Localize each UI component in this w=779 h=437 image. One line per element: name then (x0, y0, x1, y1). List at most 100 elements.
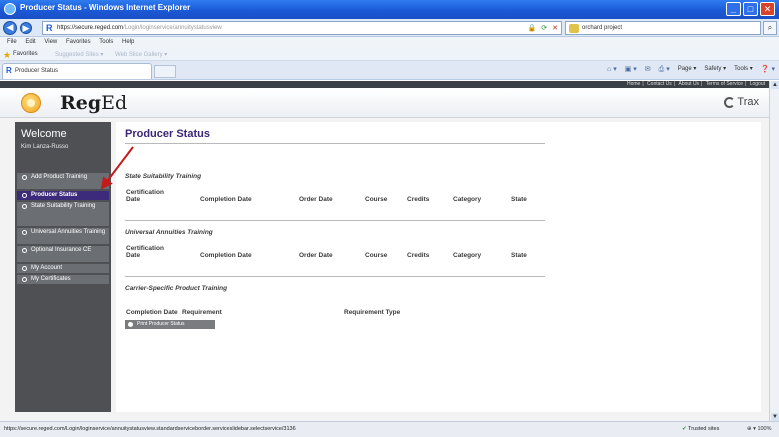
tools-menu[interactable]: Tools ▾ (734, 65, 753, 74)
sidebar-item-label: My Certificates (31, 276, 71, 282)
column-header: Course (365, 252, 388, 259)
refresh-icon[interactable]: ⟳ (541, 24, 547, 32)
close-button[interactable]: ✕ (760, 2, 775, 16)
stop-icon[interactable]: ✕ (552, 24, 558, 32)
status-bar: https://secure.reged.com/Login/loginserv… (0, 421, 779, 437)
bullet-icon (22, 204, 27, 209)
column-header: Completion Date (126, 309, 178, 316)
column-header: Requirement (182, 309, 222, 316)
menu-view[interactable]: View (44, 39, 57, 45)
status-url: https://secure.reged.com/Login/loginserv… (4, 426, 296, 432)
welcome-heading: Welcome (21, 128, 67, 140)
sidebar-item-state-suitability-training[interactable]: State Suitability Training (17, 202, 109, 226)
search-input[interactable]: orchard project (565, 21, 761, 35)
column-header: Credits (407, 252, 430, 259)
mail-icon[interactable]: ✉ (645, 65, 651, 74)
column-header: State (511, 196, 527, 203)
sidebar-item-universal-annuities-training[interactable]: Universal Annuities Training (17, 228, 109, 244)
menu-bar: File Edit View Favorites Tools Help (0, 37, 779, 48)
sidebar: Welcome Kim Lanza-Russo Add Product Trai… (15, 122, 111, 412)
bullet-icon (22, 230, 27, 235)
reged-logo-icon (21, 93, 41, 113)
bullet-icon (22, 175, 27, 180)
column-header: Order Date (299, 196, 333, 203)
terms-of-service-link[interactable]: Terms of Service (706, 81, 743, 87)
trax-label: Trax (737, 96, 759, 108)
favorites-button[interactable]: Favorites (13, 51, 38, 57)
divider (125, 143, 545, 144)
divider (125, 220, 545, 221)
print-icon[interactable]: ⎙ ▾ (659, 65, 670, 74)
site-top-bar: Home | Contact Us | About Us | Terms of Ser… (0, 81, 769, 88)
lock-icon[interactable]: 🔒 (528, 24, 537, 32)
zoom-level[interactable]: ⊕ ▾ 100% (747, 426, 772, 432)
feeds-icon[interactable]: ▣ ▾ (625, 65, 637, 74)
column-header: Completion Date (200, 252, 252, 259)
forward-button[interactable]: ▶ (20, 22, 32, 34)
address-toolbar: ◀ ▶ R https://secure.reged.com/Login/log… (0, 19, 779, 37)
back-button[interactable]: ◀ (3, 21, 17, 35)
sidebar-item-my-account[interactable]: My Account (17, 264, 109, 273)
main-content: Producer Status State Suitability Traini… (116, 122, 761, 412)
check-icon: ✔ (682, 426, 687, 432)
address-bar[interactable]: R https://secure.reged.com/Login/loginse… (42, 21, 562, 35)
bullet-icon (22, 248, 27, 253)
favorites-star-icon[interactable]: ★ (3, 50, 11, 61)
column-header: Certification Date (126, 189, 164, 203)
search-provider-icon (569, 24, 579, 33)
home-icon[interactable]: ⌂ ▾ (607, 65, 617, 74)
ie-logo-icon (4, 3, 16, 15)
vertical-scrollbar[interactable]: ▲ ▼ (769, 81, 779, 421)
bullet-icon (22, 277, 27, 282)
menu-file[interactable]: File (7, 39, 17, 45)
web-slice-gallery-link[interactable]: Web Slice Gallery ▾ (115, 51, 167, 58)
menu-help[interactable]: Help (122, 39, 134, 45)
sidebar-item-label: Producer Status (31, 192, 78, 198)
favorites-bar: ★ Favorites Suggested Sites ▾ Web Slice … (0, 48, 779, 61)
section-title-state-suitability: State Suitability Training (125, 173, 202, 180)
section-title-universal-annuities: Universal Annuities Training (125, 229, 213, 236)
reged-logo[interactable]: RegEd (60, 92, 127, 114)
print-button-label: Print Producer Status (137, 321, 185, 327)
suggested-sites-link[interactable]: Suggested Sites ▾ (55, 51, 103, 58)
address-url: https://secure.reged.com/Login/loginserv… (57, 25, 222, 31)
sidebar-item-add-product-training[interactable]: Add Product Training (17, 173, 109, 189)
sidebar-item-my-certificates[interactable]: My Certificates (17, 275, 109, 284)
search-icon[interactable]: ⌕ (763, 21, 777, 35)
tab-label: Producer Status (15, 68, 59, 74)
safety-menu[interactable]: Safety ▾ (704, 65, 726, 74)
menu-tools[interactable]: Tools (99, 39, 113, 45)
column-header: Order Date (299, 252, 333, 259)
maximize-button[interactable]: □ (743, 2, 758, 16)
security-zone[interactable]: ✔ Trusted sites (682, 426, 719, 432)
sidebar-item-label: My Account (31, 265, 63, 271)
about-us-link[interactable]: About Us (678, 81, 699, 87)
window-controls: _ □ ✕ (726, 2, 775, 16)
search-value: orchard project (582, 25, 623, 31)
column-header: Certification Date (126, 245, 164, 259)
sidebar-item-producer-status[interactable]: Producer Status (17, 191, 109, 200)
scroll-down-icon[interactable]: ▼ (771, 413, 779, 421)
menu-favorites[interactable]: Favorites (66, 39, 91, 45)
bullet-icon (22, 266, 27, 271)
bullet-icon (128, 322, 133, 327)
minimize-button[interactable]: _ (726, 2, 741, 16)
scroll-up-icon[interactable]: ▲ (771, 81, 779, 89)
site-header: RegEd Trax (0, 88, 769, 118)
menu-edit[interactable]: Edit (25, 39, 35, 45)
column-header: Requirement Type (344, 309, 401, 316)
trax-logo-icon (724, 96, 736, 108)
tab-producer-status[interactable]: R Producer Status (2, 63, 152, 79)
bullet-icon (22, 193, 27, 198)
sidebar-item-optional-insurance-ce[interactable]: Optional Insurance CE (17, 246, 109, 262)
home-link[interactable]: Home (627, 81, 640, 87)
new-tab-button[interactable] (154, 65, 176, 78)
logout-link[interactable]: Logout (750, 81, 765, 87)
contact-us-link[interactable]: Contact Us (647, 81, 672, 87)
print-producer-status-button[interactable]: Print Producer Status (125, 320, 215, 329)
sidebar-item-label: Optional Insurance CE (31, 247, 92, 253)
page-menu[interactable]: Page ▾ (678, 65, 697, 74)
help-icon[interactable]: ❓ ▾ (761, 65, 775, 74)
column-header: Category (453, 196, 482, 203)
site-favicon-icon: R (46, 23, 53, 33)
